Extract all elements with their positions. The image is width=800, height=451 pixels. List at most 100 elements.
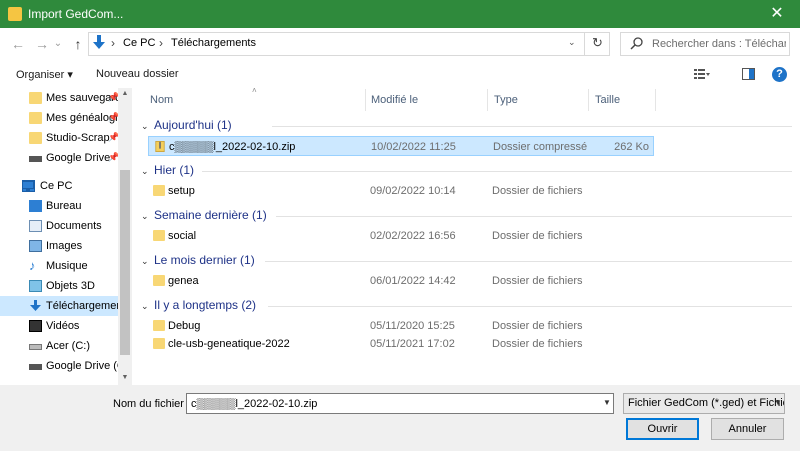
- table-row[interactable]: setup 09/02/2022 10:14 Dossier de fichie…: [148, 181, 654, 201]
- view-options-icon[interactable]: [694, 68, 710, 80]
- breadcrumb-ce-pc[interactable]: Ce PC: [123, 37, 155, 49]
- file-type-filter[interactable]: Fichier GedCom (*.ged) et Fichiers zip: [623, 393, 785, 414]
- folder-icon: [29, 92, 42, 104]
- zip-icon: [155, 141, 165, 152]
- filename-label: Nom du fichier :: [113, 398, 191, 410]
- table-row[interactable]: genea 06/01/2022 14:42 Dossier de fichie…: [148, 271, 654, 291]
- file-name: genea: [168, 275, 199, 287]
- sidebar-item-bureau[interactable]: Bureau: [0, 196, 118, 216]
- sidebar-item-label: Bureau: [46, 200, 82, 212]
- group-header-last-week[interactable]: Semaine dernière (1): [154, 208, 267, 222]
- column-header-type[interactable]: Type: [494, 94, 518, 106]
- column-header-size[interactable]: Taille: [595, 94, 620, 106]
- sidebar-item-label: Téléchargements: [46, 300, 118, 312]
- help-icon[interactable]: ?: [772, 67, 787, 82]
- music-icon: ♪: [29, 258, 36, 273]
- chevron-down-icon[interactable]: ⌄: [141, 211, 149, 222]
- chevron-down-icon[interactable]: ⌄: [141, 166, 149, 177]
- downloads-icon: [30, 300, 41, 311]
- new-folder-button[interactable]: Nouveau dossier: [96, 68, 179, 80]
- group-divider: [276, 216, 792, 217]
- sidebar-item-images[interactable]: Images: [0, 236, 118, 256]
- column-divider[interactable]: [588, 89, 589, 111]
- sidebar-item-musique[interactable]: ♪ Musique: [0, 256, 118, 276]
- file-date: 02/02/2022 16:56: [370, 230, 456, 242]
- chevron-down-icon[interactable]: ▼: [603, 398, 611, 407]
- chevron-down-icon[interactable]: ⌄: [141, 121, 149, 132]
- sidebar-item-telechargements[interactable]: Téléchargements: [0, 296, 118, 316]
- file-name: Debug: [168, 320, 201, 332]
- group-divider: [268, 306, 792, 307]
- sidebar-item-videos[interactable]: Vidéos: [0, 316, 118, 336]
- address-dropdown[interactable]: ⌄: [568, 37, 576, 48]
- scroll-down-arrow[interactable]: ▼: [118, 374, 132, 381]
- scroll-up-arrow[interactable]: ▲: [118, 90, 132, 97]
- sidebar-item-documents[interactable]: Documents: [0, 216, 118, 236]
- pc-icon: [22, 181, 34, 191]
- sidebar-item-google-drive-g[interactable]: Google Drive (G:): [0, 356, 118, 376]
- column-divider[interactable]: [365, 89, 366, 111]
- chevron-down-icon[interactable]: ▼: [774, 398, 782, 407]
- disk-icon: [29, 344, 42, 350]
- column-divider[interactable]: [655, 89, 656, 111]
- address-bar[interactable]: [88, 32, 610, 56]
- breadcrumb-telechargements[interactable]: Téléchargements: [171, 37, 256, 49]
- back-button[interactable]: ←: [8, 34, 28, 54]
- sidebar-item-mes-genealogies[interactable]: Mes généalogies 📌: [0, 108, 119, 128]
- table-row[interactable]: Debug 05/11/2020 15:25 Dossier de fichie…: [148, 316, 654, 336]
- sidebar-item-label: Google Drive (G:): [46, 360, 118, 372]
- table-row[interactable]: c▒▒▒▒▒l_2022-02-10.zip 10/02/2022 11:25 …: [148, 136, 654, 156]
- column-divider[interactable]: [487, 89, 488, 111]
- sidebar-item-acer-c[interactable]: Acer (C:): [0, 336, 118, 356]
- table-row[interactable]: social 02/02/2022 16:56 Dossier de fichi…: [148, 226, 654, 246]
- sidebar-item-objets-3d[interactable]: Objets 3D: [0, 276, 118, 296]
- column-header-name[interactable]: Nom: [150, 94, 173, 106]
- cancel-button[interactable]: Annuler: [711, 418, 784, 440]
- file-date: 09/02/2022 10:14: [370, 185, 456, 197]
- downloads-icon: [93, 35, 105, 49]
- sidebar-item-label: Vidéos: [46, 320, 80, 332]
- group-header-today[interactable]: Aujourd'hui (1): [154, 118, 232, 132]
- file-type: Dossier de fichiers: [492, 230, 583, 242]
- file-type: Dossier de fichiers: [492, 320, 583, 332]
- file-name: c▒▒▒▒▒l_2022-02-10.zip: [169, 141, 296, 153]
- chevron-down-icon[interactable]: ⌄: [141, 301, 149, 312]
- file-date: 06/01/2022 14:42: [370, 275, 456, 287]
- group-header-long-ago[interactable]: Il y a longtemps (2): [154, 298, 256, 312]
- table-row[interactable]: cle-usb-geneatique-2022 05/11/2021 17:02…: [148, 334, 654, 354]
- close-button[interactable]: ✕: [754, 0, 800, 28]
- column-header-modified[interactable]: Modifié le: [371, 94, 418, 106]
- drive-icon: [29, 364, 42, 370]
- organize-menu[interactable]: Organiser ▾: [16, 68, 73, 81]
- recent-locations-button[interactable]: ⌄: [52, 34, 64, 54]
- folder-icon: [29, 132, 42, 144]
- folder-icon: [153, 320, 165, 331]
- open-button[interactable]: Ouvrir: [626, 418, 699, 440]
- file-size: 262 Ko: [614, 141, 649, 153]
- group-header-last-month[interactable]: Le mois dernier (1): [154, 253, 255, 267]
- sidebar-item-label: Ce PC: [40, 180, 73, 192]
- filename-input[interactable]: [186, 393, 614, 414]
- sidebar-item-studio-scrap[interactable]: Studio-Scrap 📌: [0, 128, 119, 148]
- preview-pane-icon[interactable]: [742, 68, 755, 80]
- sidebar-item-mes-sauvegardes[interactable]: Mes sauvegardes 📌: [0, 88, 119, 108]
- drive-icon: [29, 156, 42, 162]
- forward-button[interactable]: →: [32, 34, 52, 54]
- up-button[interactable]: ↑: [68, 34, 88, 54]
- file-name: social: [168, 230, 197, 242]
- group-header-yesterday[interactable]: Hier (1): [154, 163, 194, 177]
- folder-icon: [29, 112, 42, 124]
- breadcrumb-separator: ›: [159, 36, 163, 50]
- videos-icon: [29, 320, 42, 332]
- folder-icon: [153, 338, 165, 349]
- sidebar-scroll-thumb[interactable]: [120, 170, 130, 355]
- sidebar-item-google-drive[interactable]: Google Drive 📌: [0, 148, 119, 168]
- file-type: Dossier compressé: [493, 141, 588, 153]
- sidebar-item-label: Documents: [46, 220, 102, 232]
- sidebar-item-ce-pc[interactable]: Ce PC: [0, 176, 118, 196]
- navigation-pane: Mes sauvegardes 📌 Mes généalogies 📌 Stud…: [0, 88, 133, 385]
- chevron-down-icon[interactable]: ⌄: [141, 256, 149, 267]
- file-name: cle-usb-geneatique-2022: [168, 338, 290, 350]
- refresh-button[interactable]: ↻: [584, 32, 610, 56]
- search-placeholder: Rechercher dans : Téléchargements: [652, 38, 786, 50]
